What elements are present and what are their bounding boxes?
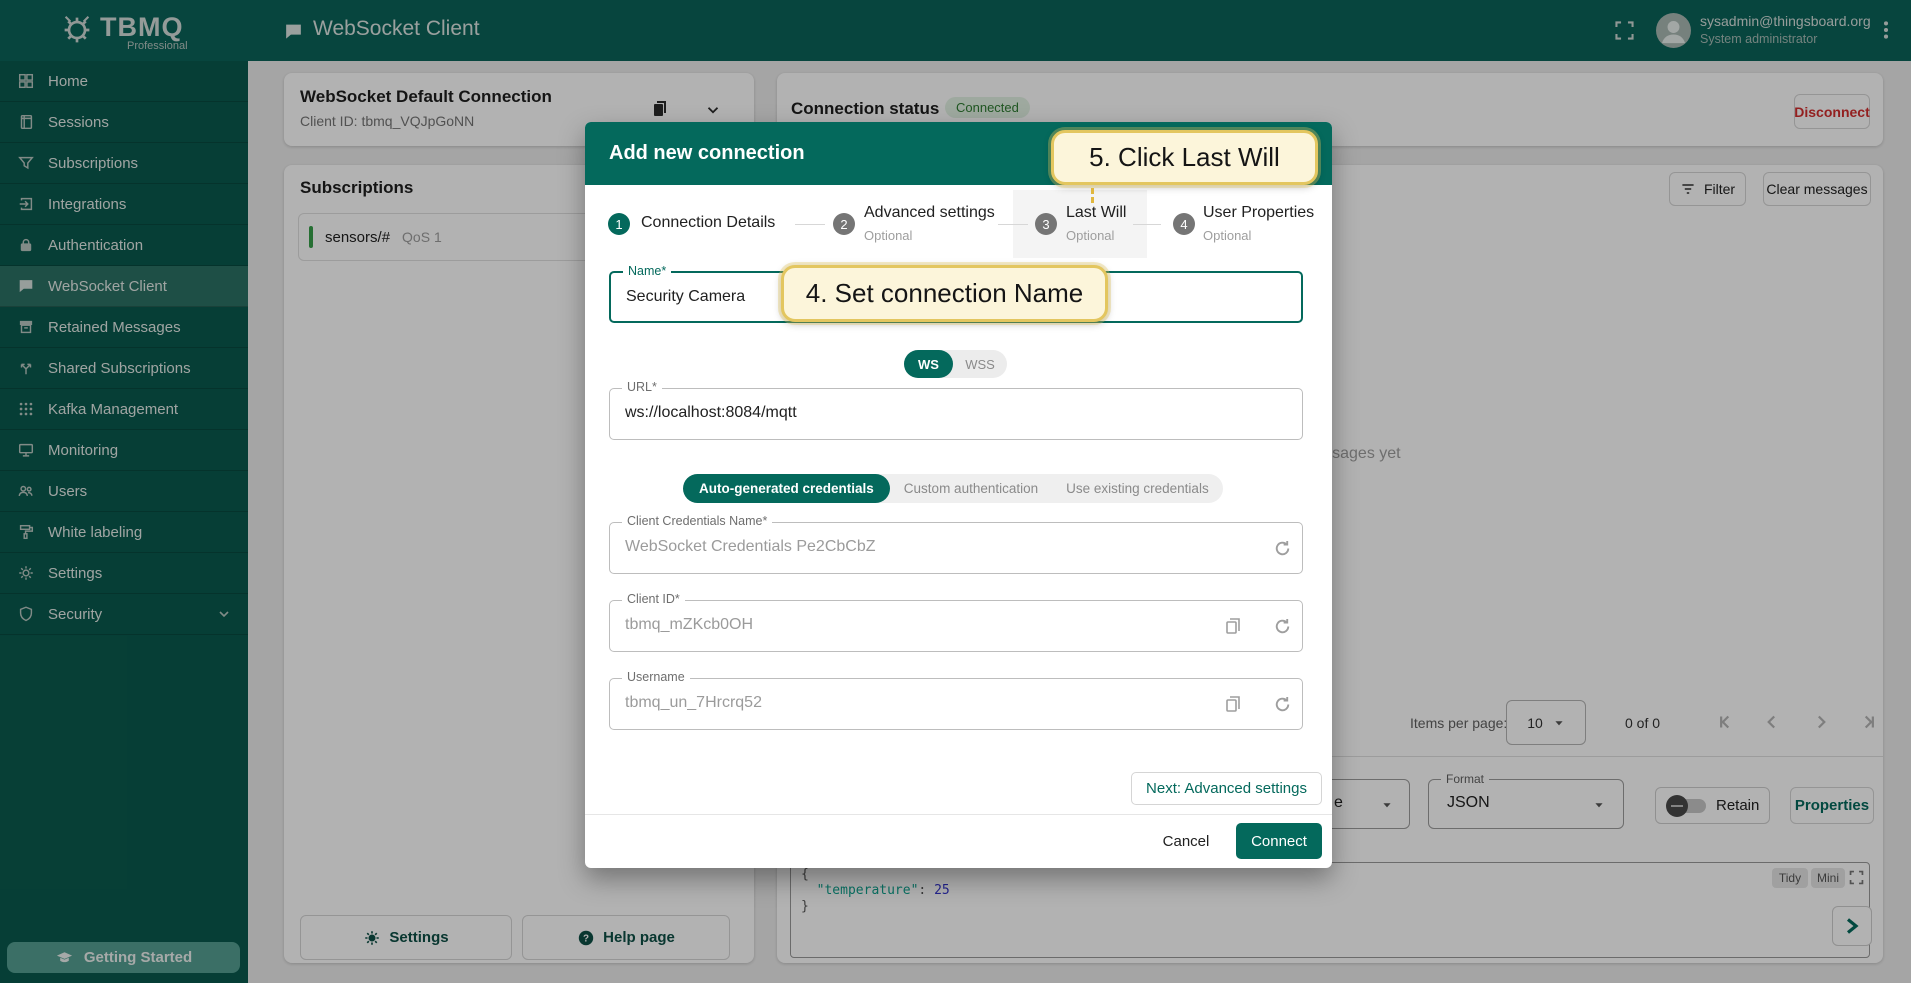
step-4-optional: Optional	[1203, 228, 1251, 243]
dialog-footer-divider	[585, 814, 1332, 815]
tab-custom-authentication[interactable]: Custom authentication	[890, 474, 1052, 503]
callout-connector-line	[1091, 188, 1094, 203]
credentials-name-label: Client Credentials Name*	[622, 514, 772, 528]
next-advanced-settings-button[interactable]: Next: Advanced settings	[1131, 772, 1322, 805]
credentials-tabs: Auto-generated credentials Custom authen…	[683, 474, 1223, 503]
add-connection-dialog: Add new connection 1 Connection Details …	[585, 122, 1332, 868]
step-2-label[interactable]: Advanced settings	[864, 204, 995, 222]
step-1-circle[interactable]: 1	[608, 213, 630, 235]
step-4-circle[interactable]: 4	[1173, 213, 1195, 235]
client-id-label: Client ID*	[622, 592, 685, 606]
step-connector	[998, 224, 1028, 225]
connect-button-label: Connect	[1251, 833, 1307, 850]
copy-icon[interactable]	[1223, 694, 1243, 714]
client-id-field[interactable]: Client ID* tbmq_mZKcb0OH	[609, 600, 1303, 652]
credentials-name-value: WebSocket Credentials Pe2CbCbZ	[625, 538, 876, 556]
name-field-label: Name*	[623, 264, 671, 278]
tab-auto-generated[interactable]: Auto-generated credentials	[683, 474, 890, 503]
tab-use-existing[interactable]: Use existing credentials	[1052, 474, 1223, 503]
callout-set-connection-name: 4. Set connection Name	[781, 265, 1108, 322]
next-button-label: Next: Advanced settings	[1146, 780, 1307, 797]
step-2-optional: Optional	[864, 228, 912, 243]
cancel-button[interactable]: Cancel	[1150, 823, 1222, 859]
step-connector	[795, 224, 825, 225]
username-label: Username	[622, 670, 690, 684]
step-3-label[interactable]: Last Will	[1066, 204, 1126, 222]
url-field-value: ws://localhost:8084/mqtt	[625, 404, 797, 422]
step-3-optional: Optional	[1066, 228, 1114, 243]
step-2-circle[interactable]: 2	[833, 213, 855, 235]
url-field-label: URL*	[622, 380, 662, 394]
step-1-label[interactable]: Connection Details	[641, 214, 775, 232]
protocol-toggle: WS WSS	[904, 350, 1007, 378]
url-field[interactable]: URL* ws://localhost:8084/mqtt	[609, 388, 1303, 440]
step-3-circle[interactable]: 3	[1035, 213, 1057, 235]
callout-click-last-will: 5. Click Last Will	[1051, 130, 1318, 185]
credentials-name-field[interactable]: Client Credentials Name* WebSocket Crede…	[609, 522, 1303, 574]
name-field-value: Security Camera	[626, 288, 745, 306]
regenerate-icon[interactable]	[1272, 694, 1293, 715]
step-4-label[interactable]: User Properties	[1203, 204, 1314, 222]
app-window: TBMQ Professional WebSocket Client sysad…	[0, 0, 1911, 983]
copy-icon[interactable]	[1223, 616, 1243, 636]
cancel-button-label: Cancel	[1163, 833, 1210, 850]
wss-toggle-option[interactable]: WSS	[953, 350, 1007, 378]
step-lastwill-highlight	[1013, 190, 1147, 258]
step-connector	[1133, 224, 1161, 225]
connect-button[interactable]: Connect	[1236, 823, 1322, 859]
ws-toggle-option[interactable]: WS	[904, 350, 953, 378]
client-id-value: tbmq_mZKcb0OH	[625, 616, 753, 634]
username-value: tbmq_un_7Hrcrq52	[625, 694, 762, 712]
dialog-title: Add new connection	[609, 142, 805, 165]
regenerate-icon[interactable]	[1272, 538, 1293, 559]
regenerate-icon[interactable]	[1272, 616, 1293, 637]
username-field[interactable]: Username tbmq_un_7Hrcrq52	[609, 678, 1303, 730]
